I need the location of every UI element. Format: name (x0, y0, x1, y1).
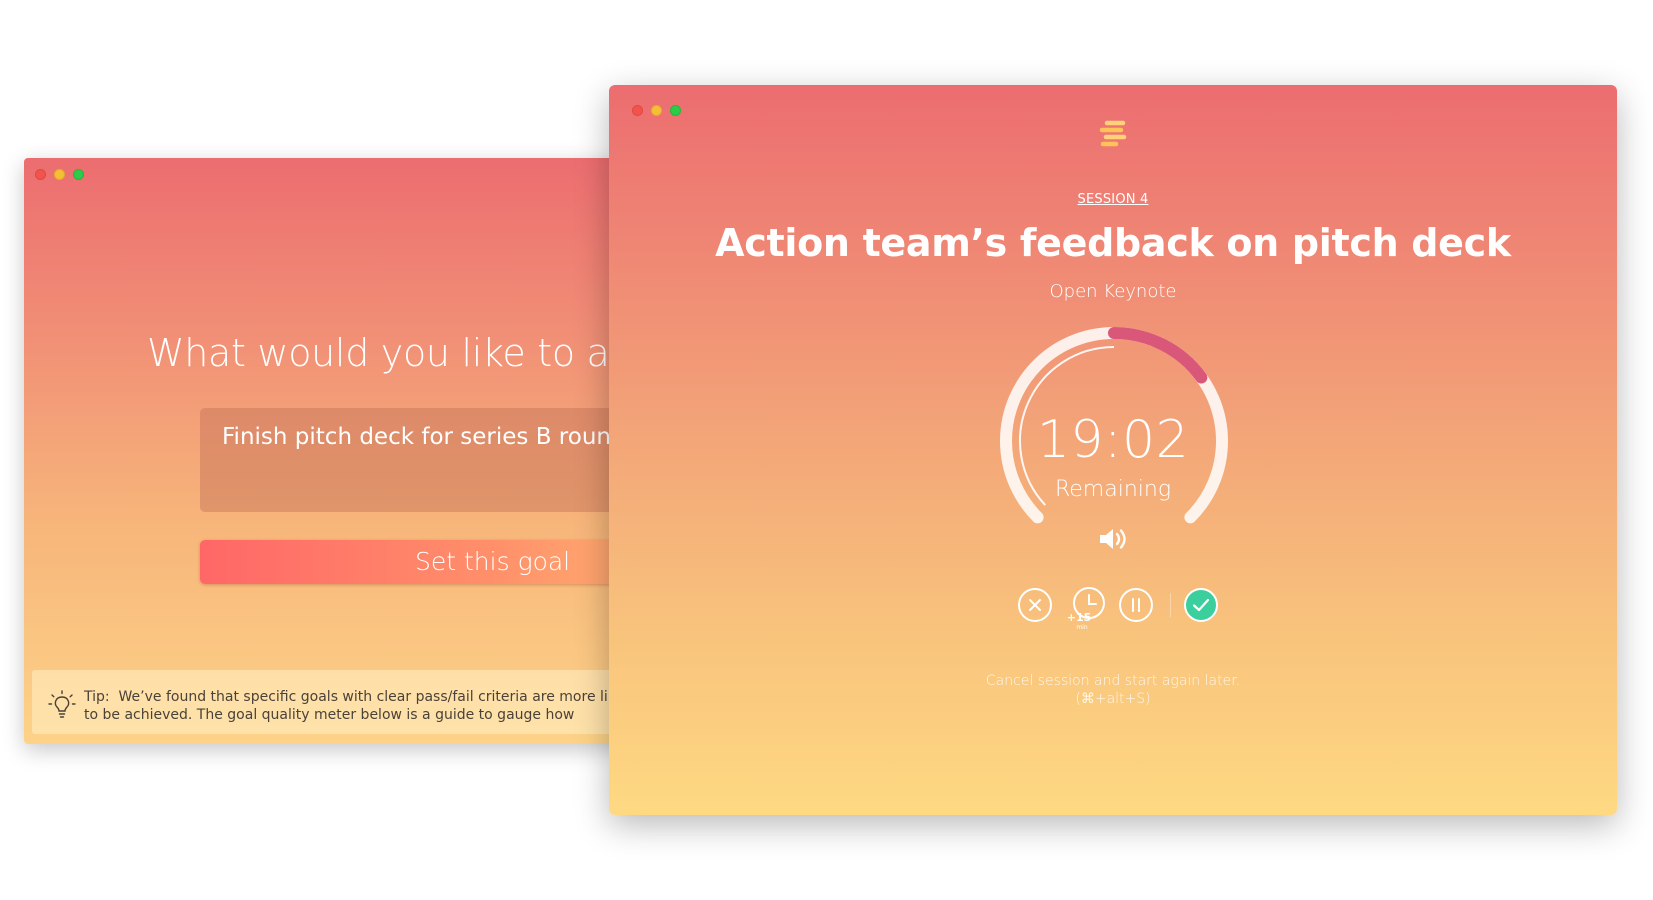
control-hint-text: Cancel session and start again later. (985, 673, 1241, 689)
set-goal-button-label: Set this goal (415, 547, 571, 576)
zoom-window-button[interactable] (73, 169, 84, 180)
tip-body: We’ve found that specific goals with cle… (84, 689, 637, 723)
minimize-window-button[interactable] (54, 169, 65, 180)
session-number-link[interactable]: SESSION 4 (609, 192, 1617, 207)
goal-window: What would you like to ach Finish pitch … (24, 158, 664, 744)
close-window-button[interactable] (632, 105, 643, 116)
app-logo-icon (1099, 120, 1127, 147)
goal-input-value: Finish pitch deck for series B round (222, 424, 626, 450)
goal-input[interactable]: Finish pitch deck for series B round (200, 408, 664, 512)
speaker-icon[interactable] (1097, 524, 1131, 554)
tip-text: Tip: We’ve found that specific goals wit… (84, 688, 644, 724)
extend-label: +15 (1066, 611, 1092, 624)
window-controls (35, 169, 84, 180)
timer-caption: Remaining (1054, 477, 1172, 502)
session-subtitle: Open Keynote (1049, 281, 1177, 302)
set-goal-button[interactable]: Set this goal (200, 540, 664, 584)
desktop-stage: What would you like to ach Finish pitch … (0, 0, 1653, 900)
extend-unit: min (1076, 624, 1088, 631)
tip-label: Tip: (84, 689, 110, 705)
complete-session-button[interactable] (1183, 587, 1219, 623)
timer-ring-progress (1108, 327, 1208, 384)
tip-panel: Tip: We’ve found that specific goals wit… (32, 670, 664, 734)
window-controls (632, 105, 681, 116)
lightbulb-icon (48, 690, 76, 718)
timer-remaining-time: 19:02 (1036, 410, 1190, 470)
session-window: SESSION 4 Action team’s feedback on pitc… (609, 85, 1617, 815)
controls-divider (1170, 593, 1171, 617)
zoom-window-button[interactable] (670, 105, 681, 116)
minimize-window-button[interactable] (651, 105, 662, 116)
control-hint-shortcut: (⌘+alt+S) (1075, 691, 1151, 707)
pause-session-button[interactable] (1118, 587, 1154, 623)
close-window-button[interactable] (35, 169, 46, 180)
session-title: Action team’s feedback on pitch deck (715, 221, 1511, 265)
goal-heading: What would you like to ach (147, 331, 654, 375)
cancel-session-button[interactable] (1017, 587, 1053, 623)
